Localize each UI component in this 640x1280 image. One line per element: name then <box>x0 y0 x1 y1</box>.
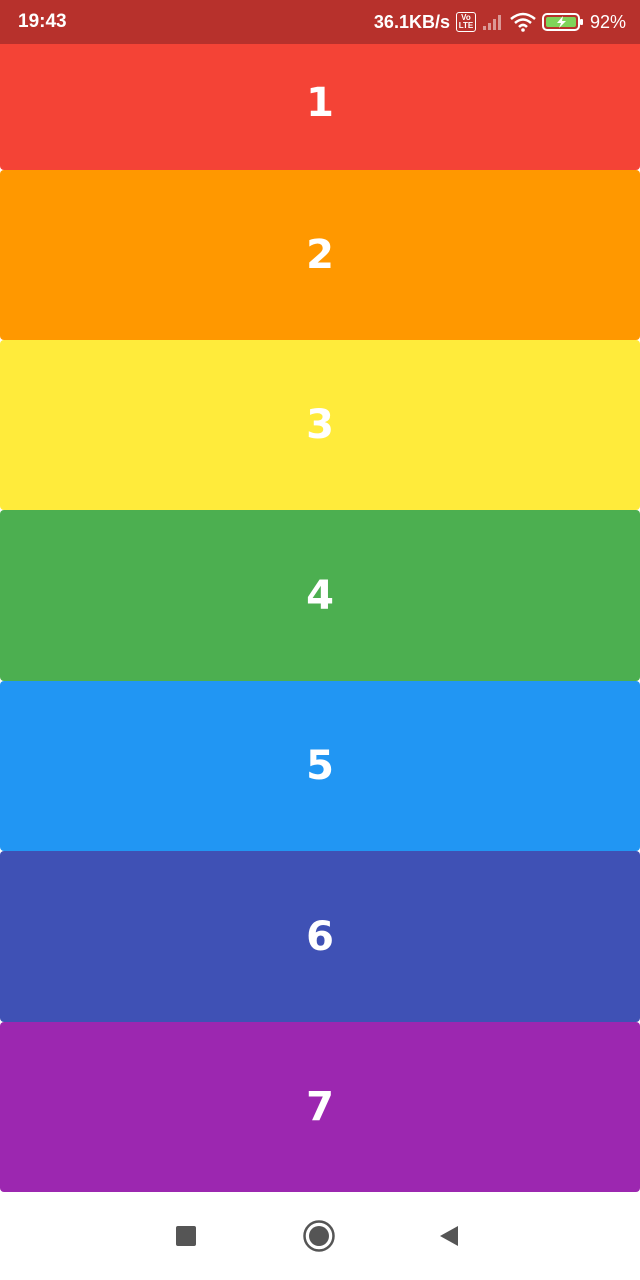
color-card[interactable]: 2 <box>0 170 640 340</box>
color-card[interactable]: 4 <box>0 510 640 681</box>
status-bar: 19:43 36.1KB/s Vo LTE 92% <box>0 0 640 44</box>
card-label: 3 <box>306 402 334 448</box>
volte-icon: Vo LTE <box>455 12 476 32</box>
recents-icon <box>175 1225 197 1252</box>
status-indicators: 36.1KB/s Vo LTE 92% <box>374 12 626 33</box>
card-label: 4 <box>306 572 334 619</box>
color-card[interactable]: 1 <box>0 44 640 170</box>
battery-charging-icon <box>541 12 584 32</box>
app-screen: 19:43 36.1KB/s Vo LTE 92% 1 2 3 4 5 6 7 <box>0 0 640 1280</box>
card-label: 5 <box>306 743 334 789</box>
home-button[interactable] <box>299 1218 339 1258</box>
home-icon <box>302 1219 336 1258</box>
color-card[interactable]: 6 <box>0 851 640 1022</box>
status-time: 19:43 <box>18 11 67 32</box>
recents-button[interactable] <box>166 1218 206 1258</box>
color-card[interactable]: 7 <box>0 1022 640 1192</box>
signal-icon <box>482 13 504 31</box>
back-button[interactable] <box>429 1218 469 1258</box>
navigation-bar <box>0 1196 640 1280</box>
network-speed: 36.1KB/s <box>373 11 450 32</box>
card-label: 7 <box>306 1084 334 1130</box>
card-label: 6 <box>306 913 334 960</box>
color-card[interactable]: 3 <box>0 340 640 510</box>
back-icon <box>437 1224 461 1253</box>
card-label: 1 <box>306 80 334 126</box>
wifi-icon <box>510 12 536 32</box>
card-label: 2 <box>306 232 334 278</box>
battery-percent: 92% <box>589 11 626 32</box>
color-card[interactable]: 5 <box>0 681 640 851</box>
card-list: 1 2 3 4 5 6 7 <box>0 44 640 1192</box>
